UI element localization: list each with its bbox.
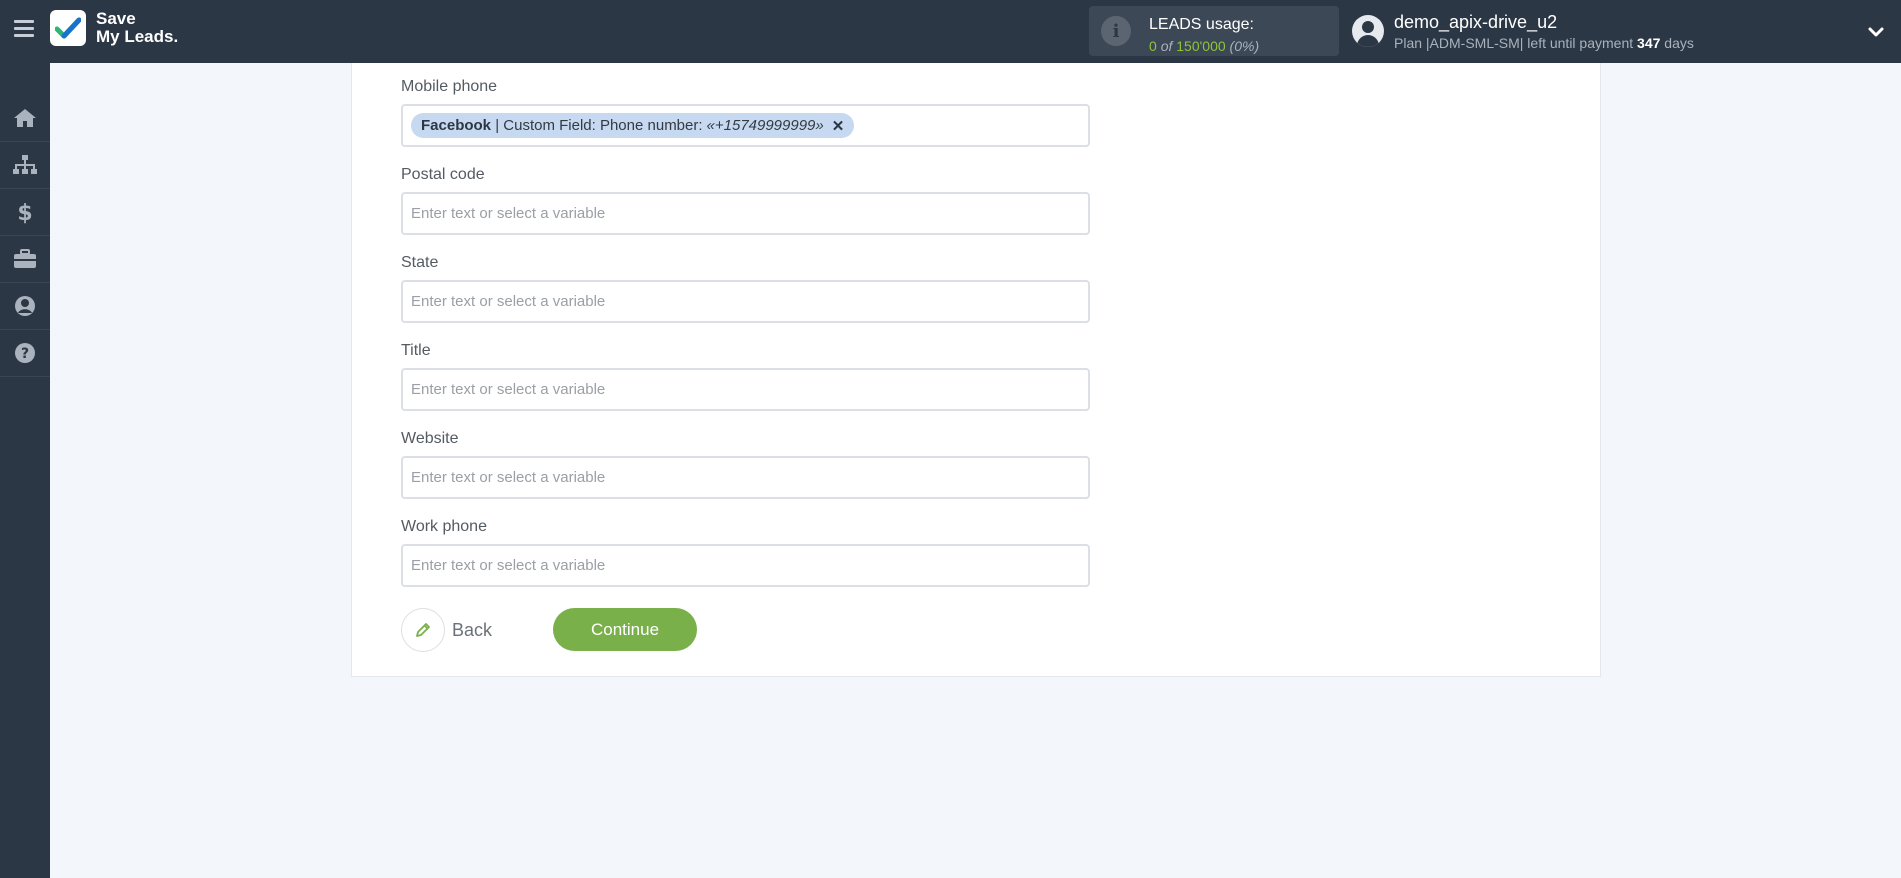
website-label: Website bbox=[401, 430, 459, 447]
variable-tag[interactable]: Facebook | Custom Field: Phone number: «… bbox=[411, 113, 855, 138]
title-input[interactable]: Enter text or select a variable bbox=[401, 368, 1090, 411]
work-phone-label: Work phone bbox=[401, 518, 487, 535]
title-label: Title bbox=[401, 342, 431, 359]
chevron-down-icon[interactable] bbox=[1866, 22, 1886, 42]
back-label: Back bbox=[452, 619, 493, 640]
sidebar-item-home[interactable] bbox=[0, 95, 50, 142]
tag-value: «+15749999999» bbox=[706, 117, 824, 134]
question-circle-icon: ? bbox=[15, 343, 35, 363]
usage-title: LEADS usage: bbox=[1149, 16, 1254, 33]
home-icon bbox=[14, 109, 36, 127]
user-name[interactable]: demo_apix-drive_u2 bbox=[1394, 12, 1557, 33]
logo-line-1: Save bbox=[96, 9, 136, 28]
svg-text:?: ? bbox=[21, 346, 29, 362]
user-circle-icon bbox=[15, 296, 35, 316]
sidebar-item-tools[interactable] bbox=[0, 236, 50, 283]
back-button[interactable]: Back bbox=[401, 608, 492, 652]
plan-text: Plan |ADM-SML-SM| left until payment bbox=[1394, 35, 1634, 51]
top-bar: Save My Leads. i LEADS usage: 0 of 150'0… bbox=[0, 0, 1901, 63]
pencil-icon bbox=[401, 608, 445, 652]
usage-percent: (0%) bbox=[1229, 38, 1260, 54]
leads-usage-panel: i LEADS usage: 0 of 150'000 (0%) bbox=[1089, 6, 1339, 56]
logo-text: Save My Leads. bbox=[96, 10, 178, 46]
state-label: State bbox=[401, 254, 439, 271]
logo[interactable]: Save My Leads. bbox=[50, 10, 178, 46]
logo-line-2: My Leads. bbox=[96, 27, 179, 46]
usage-counter: 0 of 150'000 (0%) bbox=[1149, 38, 1259, 54]
dollar-icon: $ bbox=[17, 201, 32, 224]
sidebar: $ ? bbox=[0, 63, 50, 878]
tag-source: Facebook bbox=[421, 117, 492, 134]
user-avatar-icon[interactable] bbox=[1352, 15, 1384, 47]
work-phone-input[interactable]: Enter text or select a variable bbox=[401, 544, 1090, 587]
close-icon[interactable]: ✕ bbox=[832, 117, 845, 135]
logo-check-icon bbox=[50, 10, 86, 46]
tag-field: | Custom Field: Phone number: bbox=[495, 117, 703, 134]
user-plan: Plan |ADM-SML-SM| left until payment 347… bbox=[1394, 35, 1694, 51]
plan-days-suffix: days bbox=[1664, 35, 1694, 51]
usage-total: 150'000 bbox=[1176, 38, 1226, 54]
briefcase-icon bbox=[14, 249, 36, 268]
plan-days: 347 bbox=[1637, 35, 1661, 51]
sitemap-icon bbox=[13, 155, 37, 174]
svg-text:$: $ bbox=[17, 201, 32, 224]
sidebar-item-profile[interactable] bbox=[0, 283, 50, 330]
postal-code-label: Postal code bbox=[401, 166, 485, 183]
usage-of: of bbox=[1160, 38, 1173, 54]
sidebar-item-help[interactable]: ? bbox=[0, 330, 50, 377]
website-input[interactable]: Enter text or select a variable bbox=[401, 456, 1090, 499]
continue-button[interactable]: Continue bbox=[553, 608, 697, 651]
info-icon: i bbox=[1101, 16, 1131, 46]
sidebar-item-billing[interactable]: $ bbox=[0, 189, 50, 236]
mobile-phone-input[interactable]: Facebook | Custom Field: Phone number: «… bbox=[401, 104, 1090, 147]
postal-code-input[interactable]: Enter text or select a variable bbox=[401, 192, 1090, 235]
sidebar-item-connections[interactable] bbox=[0, 142, 50, 189]
usage-used: 0 bbox=[1149, 38, 1157, 54]
state-input[interactable]: Enter text or select a variable bbox=[401, 280, 1090, 323]
menu-icon[interactable] bbox=[14, 20, 34, 38]
mobile-phone-label: Mobile phone bbox=[401, 78, 498, 95]
